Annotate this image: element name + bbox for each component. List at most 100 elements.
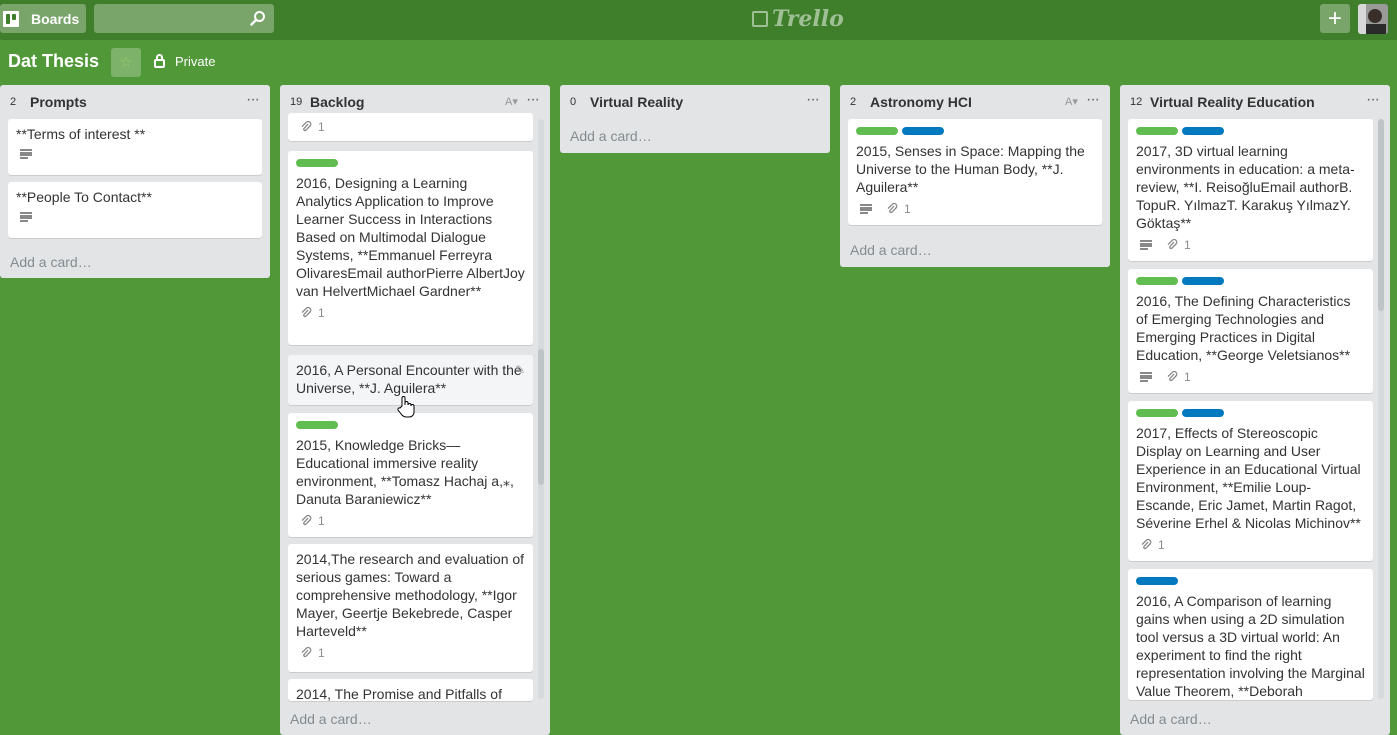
add-card-link[interactable]: Add a card… (10, 254, 92, 270)
card-title: 2014,The research and evaluation of seri… (296, 551, 525, 639)
card[interactable]: 2016, A Comparison of learning gains whe… (1128, 569, 1373, 700)
card-labels (1136, 577, 1365, 585)
list-scrollbar-thumb[interactable] (1378, 119, 1384, 311)
attachment-icon (301, 307, 312, 318)
card-badges: 1 (296, 646, 525, 660)
card[interactable]: 2015, Senses in Space: Mapping the Unive… (848, 119, 1102, 225)
visibility-button[interactable]: Private (154, 54, 215, 69)
star-board-button[interactable]: ☆ (111, 48, 141, 77)
list-menu-icon[interactable]: ··· (806, 91, 820, 109)
card-title: **Terms of interest ** (16, 126, 146, 142)
label-blue (1182, 409, 1224, 417)
list-menu-icon[interactable]: ··· (246, 91, 260, 109)
search-bar[interactable] (94, 4, 274, 33)
list-virtual-reality-education: 12 Virtual Reality Education ··· 2017, 3… (1120, 85, 1390, 735)
add-card-link[interactable]: Add a card… (290, 711, 372, 727)
list-card-count: 0 (570, 96, 577, 108)
label-blue (902, 127, 944, 135)
search-icon[interactable] (250, 10, 266, 26)
attachment-icon (1167, 371, 1178, 382)
edit-card-icon[interactable]: ✎ (515, 363, 525, 377)
label-green (1136, 127, 1178, 135)
list-menu-icon[interactable]: ··· (1366, 91, 1380, 109)
attachment-count: 1 (318, 646, 325, 660)
star-icon: ☆ (119, 54, 133, 71)
add-button[interactable]: + (1320, 4, 1350, 33)
attachment-count: 1 (318, 306, 325, 320)
card[interactable]: 1 (288, 113, 533, 141)
list-header[interactable]: 2 Prompts ··· (0, 85, 270, 119)
card-badges: 1 (296, 120, 525, 134)
list-header[interactable]: 2 Astronomy HCI A▾ ··· (840, 85, 1110, 119)
card[interactable]: 2016, The Defining Characteristics of Em… (1128, 269, 1373, 393)
card-title: 2016, Designing a Learning Analytics App… (296, 175, 525, 299)
card-badges: 1 (296, 514, 525, 528)
attachment-icon (301, 515, 312, 526)
label-green (856, 127, 898, 135)
attachment-icon (1167, 239, 1178, 250)
add-card-link[interactable]: Add a card… (570, 128, 652, 144)
card[interactable]: 2017, 3D virtual learning environments i… (1128, 119, 1373, 261)
list-sort-icon[interactable]: A▾ (505, 95, 518, 108)
card[interactable]: **Terms of interest ** (8, 119, 262, 175)
card-badges: 1 (1136, 370, 1365, 384)
trello-logo[interactable]: Trello (752, 5, 844, 33)
list-title[interactable]: Virtual Reality Education (1150, 94, 1315, 110)
list-header[interactable]: 0 Virtual Reality ··· (560, 85, 830, 119)
card-title: 2014, The Promise and Pitfalls of (296, 686, 502, 701)
description-icon (20, 149, 32, 159)
card-title: 2015, Knowledge Bricks—Educational immer… (296, 437, 514, 507)
description-icon (1140, 240, 1152, 250)
list-header[interactable]: 12 Virtual Reality Education ··· (1120, 85, 1390, 119)
list-title[interactable]: Virtual Reality (590, 94, 683, 110)
user-avatar[interactable] (1358, 4, 1388, 34)
add-card-link[interactable]: Add a card… (850, 242, 932, 258)
attachment-count: 1 (318, 514, 325, 528)
card[interactable]: 2014,The research and evaluation of seri… (288, 544, 533, 672)
attachment-count: 1 (1184, 238, 1191, 252)
list-menu-icon[interactable]: ··· (526, 91, 540, 109)
lock-icon (154, 54, 165, 68)
list-menu-icon[interactable]: ··· (1086, 91, 1100, 109)
card[interactable]: 2016, Designing a Learning Analytics App… (288, 151, 533, 345)
attachment-count: 1 (1158, 538, 1165, 552)
list-sort-icon[interactable]: A▾ (1065, 95, 1078, 108)
trello-logo-text: Trello (772, 6, 844, 32)
list-prompts: 2 Prompts ··· **Terms of interest ** **P… (0, 85, 270, 278)
attachment-icon (301, 121, 312, 132)
card-labels (296, 421, 525, 429)
list-card-count: 19 (290, 96, 303, 108)
description-icon (860, 204, 872, 214)
board-title[interactable]: Dat Thesis (8, 51, 99, 72)
label-blue (1182, 127, 1224, 135)
list-title[interactable]: Backlog (310, 94, 364, 110)
label-green (296, 159, 338, 167)
list-card-count: 12 (1130, 96, 1143, 108)
attachment-icon (301, 647, 312, 658)
card[interactable]: 2017, Effects of Stereoscopic Display on… (1128, 401, 1373, 561)
boards-button[interactable]: Boards (0, 4, 86, 33)
label-blue (1182, 277, 1224, 285)
hand-cursor-icon (397, 396, 415, 418)
card-title: 2015, Senses in Space: Mapping the Unive… (856, 143, 1085, 195)
list-virtual-reality: 0 Virtual Reality ··· Add a card… (560, 85, 830, 153)
card-title: 2017, 3D virtual learning environments i… (1136, 143, 1355, 231)
card[interactable]: 2015, Knowledge Bricks—Educational immer… (288, 413, 533, 537)
card-title: 2016, A Personal Encounter with the Univ… (296, 362, 522, 396)
top-header: Boards Trello + (0, 0, 1397, 40)
list-title[interactable]: Astronomy HCI (870, 94, 972, 110)
boards-label: Boards (31, 10, 80, 27)
list-scrollbar-thumb[interactable] (538, 349, 544, 485)
card-labels (1136, 127, 1365, 135)
list-card-count: 2 (850, 96, 857, 108)
search-input[interactable] (94, 4, 244, 33)
add-card-link[interactable]: Add a card… (1130, 711, 1212, 727)
card[interactable]: 2014, The Promise and Pitfalls of (288, 679, 533, 701)
card[interactable]: **People To Contact** (8, 182, 262, 238)
list-astronomy-hci: 2 Astronomy HCI A▾ ··· 2015, Senses in S… (840, 85, 1110, 267)
card-badges: 1 (856, 202, 1094, 216)
list-title[interactable]: Prompts (30, 94, 87, 110)
list-card-count: 2 (10, 96, 17, 108)
card-title: **People To Contact** (16, 189, 152, 205)
card-labels (856, 127, 1094, 135)
